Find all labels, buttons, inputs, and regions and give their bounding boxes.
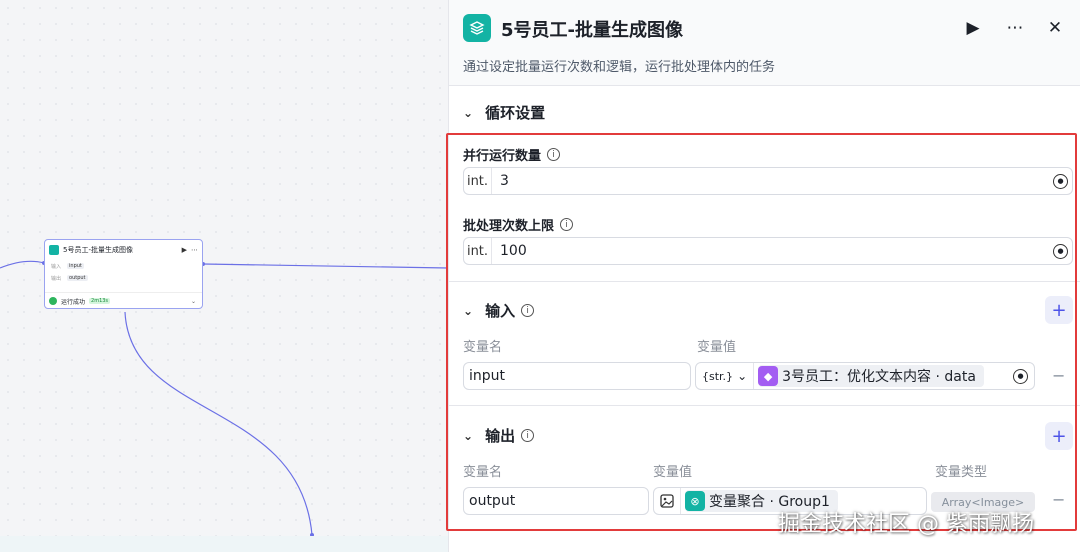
workflow-canvas[interactable]: 5号员工-批量生成图像 ▶ ⋯ 输入 input 输出 output 运行成功 … [0,0,448,552]
close-icon[interactable]: ✕ [1041,14,1069,42]
chevron-down-icon: ⌄ [737,369,748,383]
info-icon[interactable]: i [560,218,574,231]
str-type-label: {str.} [702,369,734,383]
run-icon[interactable]: ▶ [959,14,987,42]
input-section-title: 输入 [485,302,516,320]
output-section-header[interactable]: ⌄ 输出 i [463,425,535,446]
parallel-count-label-text: 并行运行数量 [463,149,542,164]
output-var-name-field[interactable]: output [463,487,649,515]
watermark: 掘金技术社区 @ 紫雨飘扬 [778,512,1034,537]
output-col-value: 变量值 [653,465,693,480]
canvas-bottom-strip [0,536,448,552]
output-col-name: 变量名 [463,465,503,480]
node-status-bar[interactable]: 运行成功 2m13s ⌄ [45,292,202,309]
layers-icon [463,14,491,42]
input-section-header[interactable]: ⌄ 输入 i [463,300,535,321]
node-config-panel: 5号员工-批量生成图像 ▶ ⋯ ✕ 通过设定批量运行次数和逻辑，运行批处理体内的… [448,0,1080,552]
node-input-label: 输入 [51,263,62,270]
info-icon[interactable]: i [521,304,535,317]
variable-ref-icon[interactable]: ● [1013,368,1028,384]
more-icon[interactable]: ⋯ [1001,14,1029,42]
chevron-down-icon[interactable]: ⌄ [463,106,473,120]
chevron-down-icon[interactable]: ⌄ [463,429,473,443]
variable-ref-icon[interactable]: ● [1053,243,1068,259]
remove-input-button[interactable]: − [1052,366,1065,385]
chevron-down-icon[interactable]: ⌄ [463,304,473,318]
add-output-button[interactable]: + [1045,422,1073,450]
node-output-label: 输出 [51,275,62,282]
batch-limit-value[interactable]: 100 [500,243,1053,259]
input-col-value: 变量值 [697,340,737,355]
panel-description: 通过设定批量运行次数和逻辑，运行批处理体内的任务 [463,60,776,75]
output-col-type: 变量类型 [935,465,988,480]
input-var-name-field[interactable]: input [463,362,691,390]
batch-node-card[interactable]: 5号员工-批量生成图像 ▶ ⋯ 输入 input 输出 output 运行成功 … [44,239,203,309]
section-divider [449,405,1080,406]
input-var-name: input [469,368,506,384]
image-icon [654,488,681,514]
type-select[interactable]: {str.} ⌄ [696,363,755,389]
variable-ref-icon[interactable]: ● [1053,173,1068,189]
node-status-text: 运行成功 [61,298,86,306]
node-more-icon[interactable]: ⋯ [191,246,198,254]
input-ref-label: 3号员工：优化文本内容 · data [782,369,976,385]
cube-icon: ◆ [758,366,779,386]
add-input-button[interactable]: + [1045,296,1073,324]
input-ref-chip[interactable]: ◆ 3号员工：优化文本内容 · data [758,365,984,387]
int-type-badge: int. [464,238,492,264]
node-input-row: 输入 input [45,260,202,272]
panel-header: 5号员工-批量生成图像 ▶ ⋯ ✕ 通过设定批量运行次数和逻辑，运行批处理体内的… [449,0,1080,86]
int-type-badge: int. [464,168,492,194]
node-title: 5号员工-批量生成图像 [63,246,133,254]
batch-node-icon [49,245,59,255]
loop-section-title: 循环设置 [485,104,546,122]
merge-icon: ⊗ [685,491,705,511]
node-output-tag: output [67,275,88,281]
section-divider [449,281,1080,282]
batch-limit-label: 批处理次数上限 i [463,215,574,234]
parallel-count-value[interactable]: 3 [500,173,1053,189]
chevron-down-icon[interactable]: ⌄ [191,298,196,305]
parallel-count-input[interactable]: int. 3 ● [463,167,1073,195]
info-icon[interactable]: i [521,429,535,442]
output-section-title: 输出 [485,427,516,445]
batch-limit-label-text: 批处理次数上限 [463,219,555,234]
node-time-badge: 2m13s [89,298,111,304]
node-run-icon[interactable]: ▶ [182,246,187,254]
parallel-count-label: 并行运行数量 i [463,145,561,164]
output-var-name: output [469,493,516,509]
node-input-tag: input [67,263,84,269]
remove-output-button[interactable]: − [1052,490,1065,509]
node-output-row: 输出 output [45,272,202,284]
input-var-value-field[interactable]: {str.} ⌄ ◆ 3号员工：优化文本内容 · data ● [695,362,1035,390]
loop-section-header[interactable]: ⌄ 循环设置 [463,102,545,123]
success-icon [49,297,57,305]
panel-title[interactable]: 5号员工-批量生成图像 [501,16,683,42]
input-col-name: 变量名 [463,340,503,355]
info-icon[interactable]: i [547,148,561,161]
batch-limit-input[interactable]: int. 100 ● [463,237,1073,265]
